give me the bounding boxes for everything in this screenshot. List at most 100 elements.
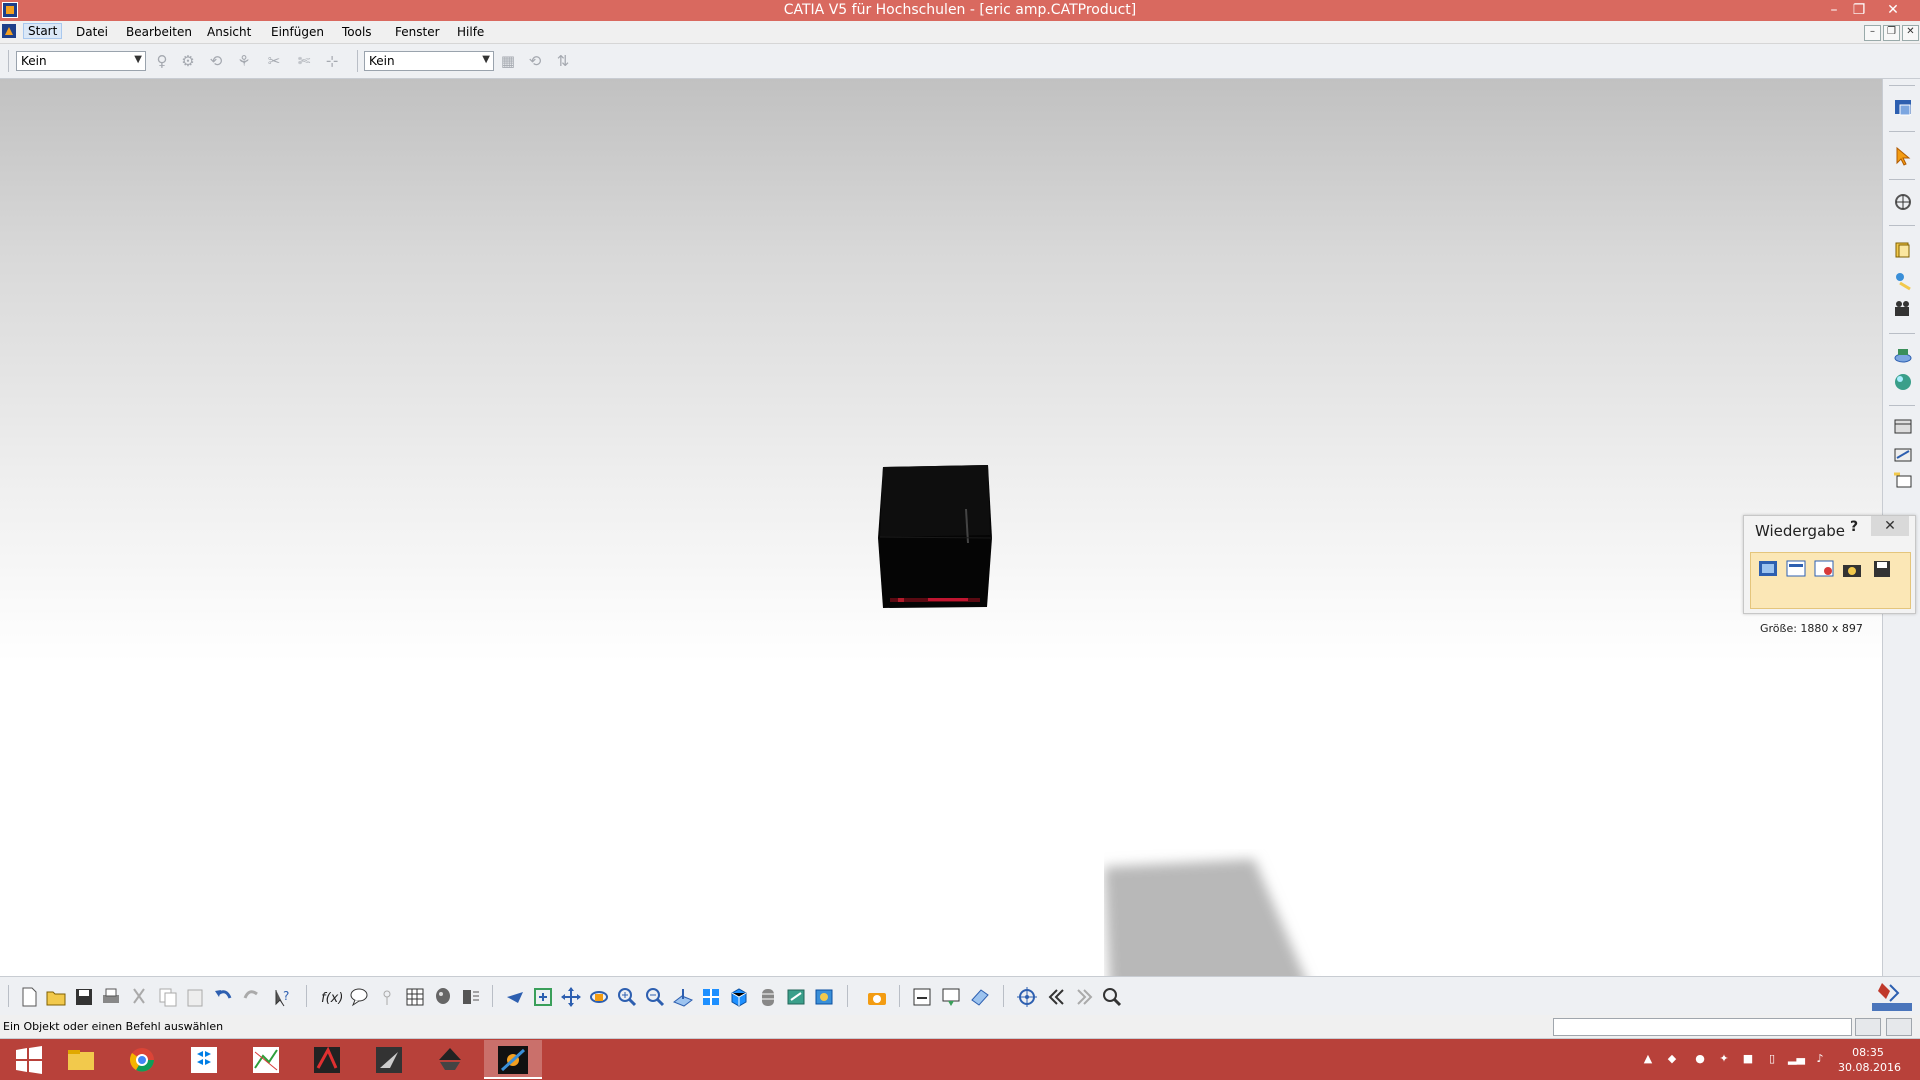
image-list-icon[interactable] <box>1785 558 1807 580</box>
menu-tools[interactable]: Tools <box>342 25 372 39</box>
manipulate-icon[interactable] <box>1892 191 1914 213</box>
show-hidden-icons-icon[interactable]: ▲ <box>1640 1051 1656 1067</box>
undo-icon[interactable] <box>212 986 234 1008</box>
target-icon[interactable] <box>1016 986 1038 1008</box>
iso-view-icon[interactable] <box>728 986 750 1008</box>
playback-panel[interactable]: Wiedergabe ? ✕ Größe: 1880 x 897 <box>1743 515 1916 635</box>
rotate-icon[interactable] <box>588 986 610 1008</box>
normal-view-icon[interactable] <box>672 986 694 1008</box>
snapshot-camera-icon[interactable] <box>866 986 888 1008</box>
battery-icon[interactable]: ▯ <box>1764 1051 1780 1067</box>
render-image-icon[interactable] <box>1757 558 1779 580</box>
3d-viewport[interactable] <box>0 79 1882 1064</box>
status-options-button[interactable] <box>1855 1018 1881 1036</box>
hide-show-icon[interactable]: ⚙ <box>178 51 198 71</box>
fit-all-icon[interactable] <box>532 986 554 1008</box>
layer-filter-select[interactable]: Kein ▼ <box>16 51 146 71</box>
open-folder-icon[interactable] <box>45 986 67 1008</box>
3d-cube-model[interactable] <box>878 465 992 608</box>
simulation-icon[interactable] <box>1892 443 1914 465</box>
hide-show-icon[interactable] <box>785 986 807 1008</box>
menu-start[interactable]: Start <box>22 23 63 39</box>
close-button[interactable]: ✕ <box>1879 0 1907 21</box>
mdi-minimize-button[interactable]: – <box>1864 25 1881 41</box>
formula-icon[interactable]: f(x) <box>320 986 342 1008</box>
security-icon[interactable]: ■ <box>1740 1051 1756 1067</box>
clock[interactable]: 08:35 30.08.2016 <box>1838 1045 1901 1075</box>
apply-icon[interactable]: ⟲ <box>525 51 545 71</box>
volume-icon[interactable]: ♪ <box>1812 1051 1828 1067</box>
render-sphere-icon[interactable] <box>1892 371 1914 393</box>
menu-hilfe[interactable]: Hilfe <box>457 25 484 39</box>
graph-icon[interactable]: ✄ <box>294 51 314 71</box>
new-document-icon[interactable] <box>18 986 40 1008</box>
save-icon[interactable] <box>73 986 95 1008</box>
lamp-icon[interactable]: ♀ <box>152 51 172 71</box>
fly-mode-icon[interactable] <box>504 986 526 1008</box>
comment-icon[interactable] <box>348 986 370 1008</box>
app-launcher-icon[interactable] <box>360 1040 418 1079</box>
panel-close-button[interactable]: ✕ <box>1871 516 1909 536</box>
file-explorer-icon[interactable] <box>52 1040 110 1079</box>
antivirus-icon[interactable]: ● <box>1692 1051 1708 1067</box>
multi-view-icon[interactable] <box>700 986 722 1008</box>
status-power-input-button[interactable] <box>1886 1018 1912 1036</box>
cut-icon[interactable] <box>128 986 150 1008</box>
material-filter-select[interactable]: Kein ▼ <box>364 51 494 71</box>
menu-ansicht[interactable]: Ansicht <box>207 25 251 39</box>
swap-space-icon[interactable] <box>813 986 835 1008</box>
menu-fenster[interactable]: Fenster <box>395 25 440 39</box>
solidworks-icon[interactable] <box>298 1040 356 1079</box>
menu-datei[interactable]: Datei <box>76 25 108 39</box>
multi-select-icon[interactable]: ✂ <box>264 51 284 71</box>
screen-capture-icon[interactable] <box>940 986 962 1008</box>
material-icon[interactable] <box>432 986 454 1008</box>
previous-icon[interactable] <box>1045 986 1067 1008</box>
paste-icon[interactable] <box>184 986 206 1008</box>
print-preview-icon[interactable] <box>911 986 933 1008</box>
light-icon[interactable] <box>1892 269 1914 291</box>
zoom-out-icon[interactable] <box>644 986 666 1008</box>
inkscape-icon[interactable] <box>421 1040 479 1079</box>
tray-app-icon[interactable]: ◆ <box>1664 1051 1680 1067</box>
network-icon[interactable]: ▂▄ <box>1788 1051 1805 1067</box>
redo-icon[interactable] <box>241 986 263 1008</box>
copy-icon[interactable] <box>157 986 179 1008</box>
capture-camera-icon[interactable] <box>1841 558 1863 580</box>
table-icon[interactable] <box>404 986 426 1008</box>
mdi-close-button[interactable]: ✕ <box>1902 25 1919 41</box>
shading-icon[interactable] <box>757 986 779 1008</box>
zoom-in-icon[interactable] <box>616 986 638 1008</box>
catia-taskbar-icon[interactable] <box>484 1040 542 1079</box>
restore-button[interactable]: ❐ <box>1845 0 1873 21</box>
video-icon[interactable] <box>1892 415 1914 437</box>
assembly-design-icon[interactable] <box>1892 97 1914 119</box>
command-input[interactable] <box>1553 1018 1852 1036</box>
save-image-icon[interactable] <box>1871 558 1893 580</box>
replay-icon[interactable] <box>1892 469 1914 491</box>
pan-icon[interactable] <box>560 986 582 1008</box>
tree-icon[interactable]: ⊹ <box>322 51 342 71</box>
camera-icon[interactable] <box>1892 299 1914 321</box>
catalog-icon[interactable] <box>460 986 482 1008</box>
search-icon[interactable] <box>1101 986 1123 1008</box>
whats-this-icon[interactable]: ? <box>272 986 294 1008</box>
swap-visible-icon[interactable]: ⟲ <box>206 51 226 71</box>
windows-start-icon[interactable] <box>0 1040 58 1079</box>
mdi-restore-button[interactable]: ❐ <box>1883 25 1900 41</box>
document-icon[interactable] <box>0 22 20 41</box>
render-settings-icon[interactable] <box>1813 558 1835 580</box>
menu-einfuegen[interactable]: Einfügen <box>271 25 324 39</box>
help-button[interactable]: ? <box>1850 519 1858 535</box>
measure-icon[interactable]: ▦ <box>498 51 518 71</box>
next-icon[interactable] <box>1073 986 1095 1008</box>
lamp-icon[interactable] <box>376 986 398 1008</box>
print-icon[interactable] <box>100 986 122 1008</box>
scene-icon[interactable] <box>1892 239 1914 261</box>
eraser-icon[interactable] <box>969 986 991 1008</box>
dropbox-tray-icon[interactable]: ✦ <box>1716 1051 1732 1067</box>
select-arrow-icon[interactable] <box>1892 145 1914 167</box>
properties-icon[interactable]: ⚘ <box>234 51 254 71</box>
minimize-button[interactable]: – <box>1820 0 1848 21</box>
dropbox-icon[interactable] <box>175 1040 233 1079</box>
